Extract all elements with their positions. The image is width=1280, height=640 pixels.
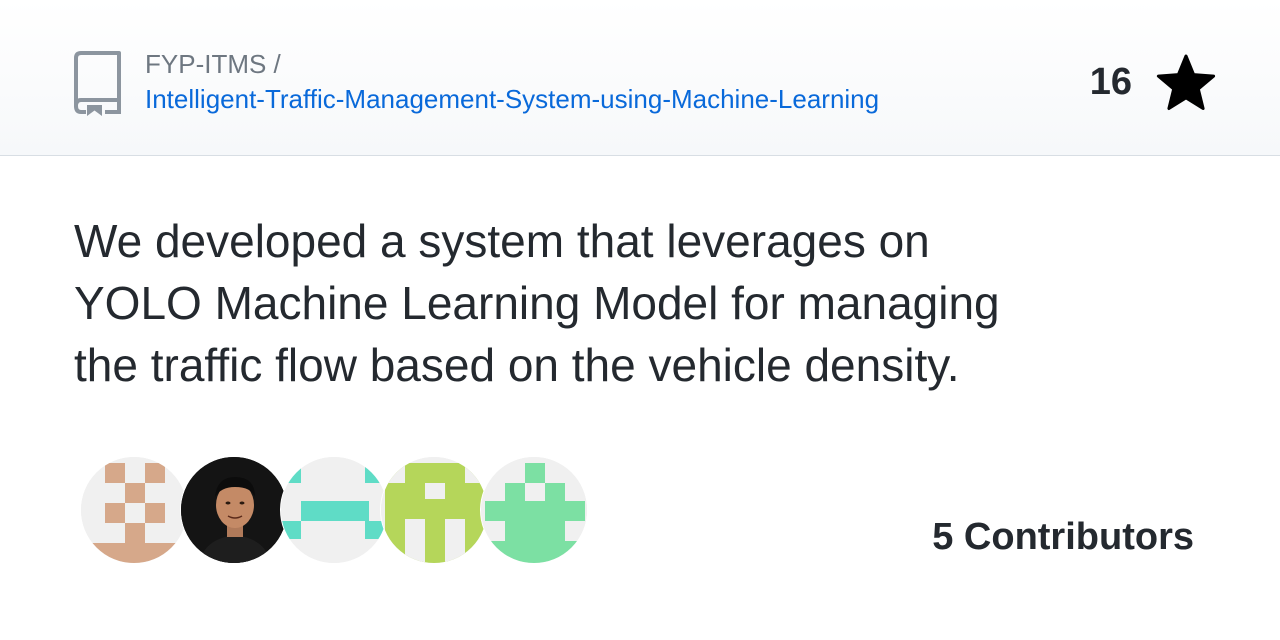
star-counter[interactable]: 16	[1090, 52, 1216, 112]
repo-name-link[interactable]: Intelligent-Traffic-Management-System-us…	[145, 83, 879, 115]
star-icon	[1156, 54, 1216, 110]
repo-owner[interactable]: FYP-ITMS /	[145, 48, 281, 80]
card-header: FYP-ITMS / Intelligent-Traffic-Managemen…	[0, 0, 1280, 156]
repo-icon	[74, 51, 121, 116]
star-count: 16	[1089, 60, 1132, 103]
contributor-avatar-2[interactable]	[180, 456, 288, 564]
contributors-count[interactable]: 5 Contributors	[932, 516, 1194, 559]
contributor-avatar-5[interactable]	[480, 456, 588, 564]
contributor-avatar-4[interactable]	[380, 456, 488, 564]
repo-social-card: FYP-ITMS / Intelligent-Traffic-Managemen…	[0, 0, 1280, 640]
repo-description: We developed a system that leverages on …	[74, 215, 1000, 391]
contributor-avatar-3[interactable]	[280, 456, 388, 564]
contributor-avatar-1[interactable]	[80, 456, 188, 564]
